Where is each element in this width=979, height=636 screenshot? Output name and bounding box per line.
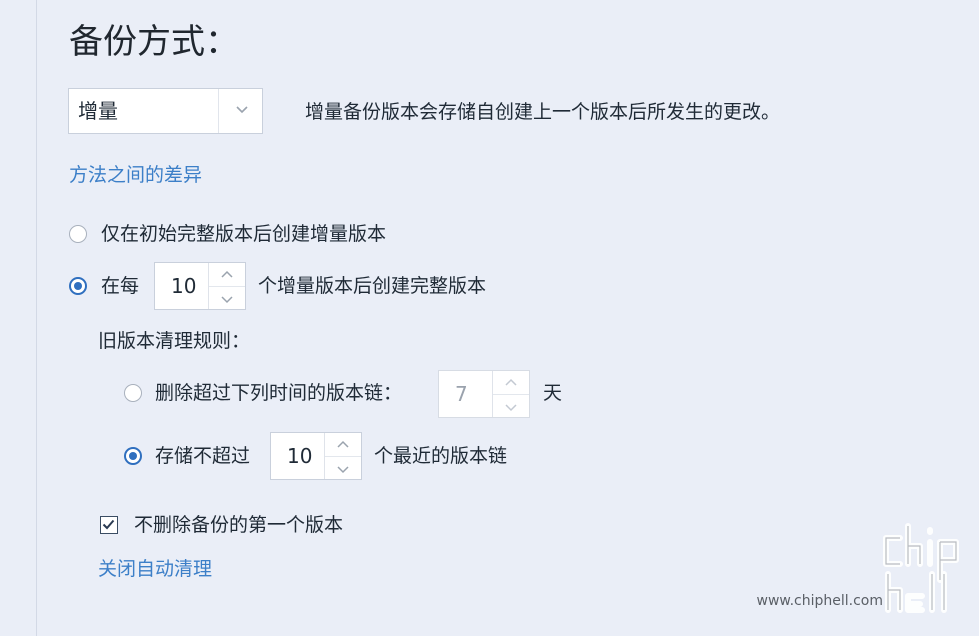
stepper-up-button[interactable]	[209, 263, 245, 286]
delete-older-unit: 天	[543, 382, 563, 404]
backup-method-value: 增量	[78, 99, 118, 123]
section-title: 备份方式：	[69, 22, 239, 62]
radio-initial-full-only[interactable]	[69, 225, 87, 243]
delete-older-days-value[interactable]: 7	[455, 371, 468, 417]
delete-older-days-stepper[interactable]: 7	[438, 370, 530, 418]
stepper-down-button[interactable]	[325, 456, 361, 480]
radio-every-n-prefix: 在每	[101, 275, 140, 297]
radio-keep-recent[interactable]	[124, 447, 142, 465]
stepper-up-button[interactable]	[493, 371, 529, 394]
chevron-up-icon	[337, 440, 349, 448]
radio-keep-recent-suffix: 个最近的版本链	[374, 445, 508, 467]
method-differences-link[interactable]: 方法之间的差异	[69, 161, 202, 189]
stepper-down-button[interactable]	[493, 394, 529, 418]
chevron-up-icon	[505, 378, 517, 386]
watermark-text: www.chiphell.com	[756, 593, 883, 609]
chevron-down-icon	[505, 403, 517, 411]
radio-initial-full-only-label: 仅在初始完整版本后创建增量版本	[101, 223, 387, 245]
keep-recent-value[interactable]: 10	[287, 433, 312, 479]
backup-method-select[interactable]: 增量	[68, 88, 263, 134]
radio-delete-older[interactable]	[124, 384, 142, 402]
radio-every-n[interactable]	[69, 277, 87, 295]
cleanup-rules-heading: 旧版本清理规则：	[98, 330, 251, 352]
stepper-down-button[interactable]	[209, 286, 245, 310]
method-description: 增量备份版本会存储自创建上一个版本后所发生的更改。	[305, 101, 781, 123]
keep-first-label: 不删除备份的第一个版本	[134, 514, 344, 536]
chevron-down-icon	[221, 295, 233, 303]
full-interval-stepper[interactable]: 10	[154, 262, 246, 310]
keep-first-checkbox[interactable]	[100, 516, 118, 534]
chevron-down-icon	[236, 106, 248, 114]
select-divider	[218, 89, 219, 133]
chevron-down-icon	[337, 465, 349, 473]
chiphell-logo-icon	[883, 523, 959, 613]
keep-recent-stepper[interactable]: 10	[270, 432, 362, 480]
radio-every-n-suffix: 个增量版本后创建完整版本	[258, 275, 487, 297]
checkmark-icon	[102, 519, 115, 530]
radio-keep-recent-prefix: 存储不超过	[155, 445, 251, 467]
chevron-up-icon	[221, 270, 233, 278]
stepper-up-button[interactable]	[325, 433, 361, 456]
full-interval-value[interactable]: 10	[171, 263, 196, 309]
disable-auto-cleanup-link[interactable]: 关闭自动清理	[98, 555, 212, 583]
radio-delete-older-label: 删除超过下列时间的版本链：	[155, 382, 403, 404]
panel-left-border	[36, 0, 37, 636]
